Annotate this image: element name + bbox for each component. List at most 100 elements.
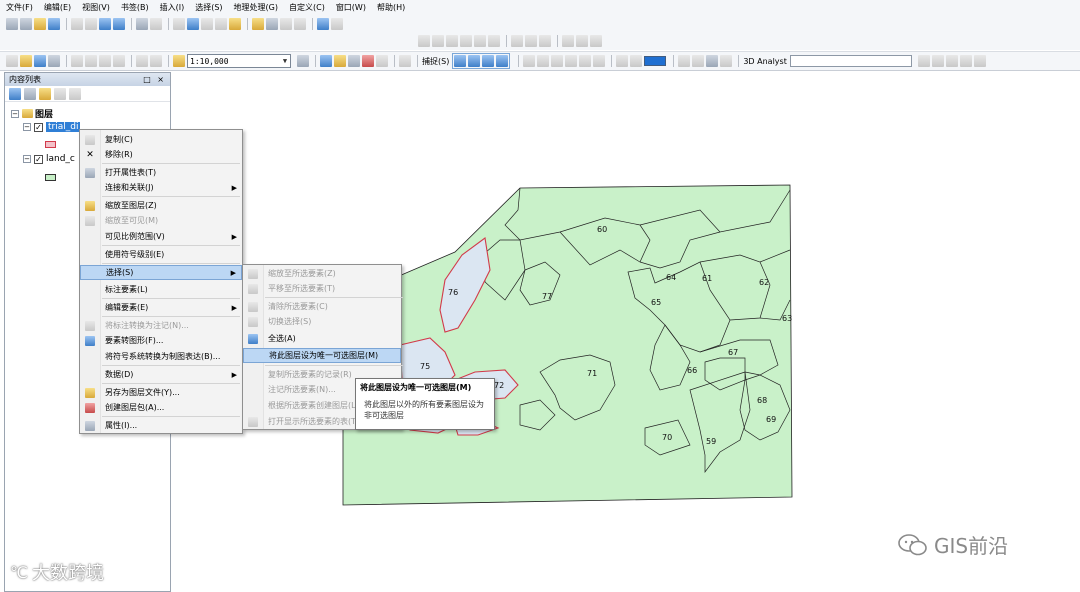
hyperlink-icon[interactable] [201,17,213,30]
georef-tool-5-icon[interactable] [579,55,592,67]
menu-item-data[interactable]: 数据(D) ▶ [80,367,242,382]
time-slider-icon[interactable] [294,17,306,30]
menu-insert[interactable]: 插入(I) [160,2,185,13]
layout-icon[interactable] [590,35,602,47]
select-elements-icon[interactable] [173,17,185,30]
georef-tool-6-icon[interactable] [593,55,606,67]
point-snap-icon[interactable] [454,55,467,67]
redo-icon[interactable] [150,55,162,67]
menu-help[interactable]: 帮助(H) [377,2,405,13]
3d-tool-5-icon[interactable] [973,55,986,67]
edit-vertices-icon[interactable] [432,35,444,47]
back-icon[interactable] [99,17,111,30]
toc-window-icon[interactable] [320,55,332,67]
georef-tool-1-icon[interactable] [523,55,536,67]
menu-item-joins-relates[interactable]: 连接和关联(J) ▶ [80,180,242,195]
map-scale-field[interactable]: 1:10,000 ▼ [187,54,291,68]
submenu-item-clear-selected[interactable]: 清除所选要素(C) [243,299,401,314]
fixed-zoom-in-icon[interactable] [71,17,83,30]
menu-item-symbol-levels[interactable]: 使用符号级别(E) [80,247,242,262]
select-features-icon[interactable] [136,17,148,30]
menu-item-zoom-to-layer[interactable]: 缩放至图层(Z) [80,198,242,213]
layer-name[interactable]: trial_di [46,122,81,132]
add-data-icon[interactable] [173,55,185,67]
python-window-icon[interactable] [376,55,388,67]
pan-icon[interactable] [34,17,46,30]
report-icon[interactable] [720,55,733,67]
layer-item-trial[interactable]: − ✓ trial_di [23,122,81,132]
collapse-icon[interactable]: − [23,155,31,163]
submenu-item-make-only-selectable[interactable]: 将此图层设为唯一可选图层(M) [243,348,401,363]
chevron-down-icon[interactable]: ▼ [280,57,290,65]
list-by-drawing-order-icon[interactable] [9,87,21,100]
measure-icon[interactable] [229,17,241,30]
save-icon[interactable] [34,55,46,67]
menu-item-copy[interactable]: 复制(C) [80,132,242,147]
menu-selection[interactable]: 选择(S) [195,2,222,13]
layers-root[interactable]: − 图层 [11,107,53,120]
menu-item-visible-scale-range[interactable]: 可见比例范围(V) ▶ [80,229,242,244]
vertex-snap-icon[interactable] [482,55,495,67]
menu-edit[interactable]: 编辑(E) [44,2,71,13]
clear-selection-icon[interactable] [150,17,162,30]
search-window-icon[interactable] [348,55,360,67]
list-by-selection-icon[interactable] [54,87,66,100]
3d-tool-3-icon[interactable] [945,55,958,67]
georef-tool-2-icon[interactable] [537,55,550,67]
forward-icon[interactable] [113,17,125,30]
list-by-source-icon[interactable] [24,87,36,100]
collapse-icon[interactable]: − [23,123,31,131]
3d-tool-1-icon[interactable] [917,55,930,67]
menu-item-selection[interactable]: 选择(S) ▶ [80,265,242,280]
submenu-item-pan-to-selected[interactable]: 平移至所选要素(T) [243,281,401,296]
layer-name[interactable]: land_c [46,154,75,164]
editor-toolbar-icon[interactable] [297,55,309,67]
undo-icon[interactable] [136,55,148,67]
editor-tool-icon[interactable] [418,35,430,47]
color-swatch[interactable] [644,56,667,66]
menu-item-label-features[interactable]: 标注要素(L) [80,282,242,297]
menu-item-remove[interactable]: ✕ 移除(R) [80,147,242,162]
find-icon[interactable] [252,17,264,30]
3d-analyst-label[interactable]: 3D Analyst [743,57,787,66]
3d-analyst-layer-field[interactable] [789,55,912,67]
menu-item-open-attribute-table[interactable]: 打开属性表(T) [80,165,242,180]
zoom-in-icon[interactable] [6,17,18,30]
collapse-icon[interactable]: − [11,109,19,118]
menu-geoprocessing[interactable]: 地理处理(G) [234,2,278,13]
find-route-icon[interactable] [266,17,278,30]
model-builder-icon[interactable] [399,55,411,67]
3d-tool-2-icon[interactable] [931,55,944,67]
reshape-icon[interactable] [446,35,458,47]
3d-tool-4-icon[interactable] [959,55,972,67]
new-document-icon[interactable] [6,55,18,67]
menu-item-create-layer-package[interactable]: 创建图层包(A)... [80,400,242,415]
georef-icon[interactable] [576,35,588,47]
export-map-icon[interactable] [706,55,719,67]
edge-snap-icon[interactable] [496,55,509,67]
rotate-icon[interactable] [488,35,500,47]
list-by-visibility-icon[interactable] [39,87,51,100]
page-layout-icon[interactable] [678,55,691,67]
zoom-out-icon[interactable] [20,17,32,30]
georef-tool-4-icon[interactable] [565,55,578,67]
delete-icon[interactable] [113,55,125,67]
menu-item-save-layer-file[interactable]: 另存为图层文件(Y)... [80,385,242,400]
layer-visibility-checkbox[interactable]: ✓ [34,154,43,164]
toc-options-icon[interactable] [69,87,81,100]
snapping-label[interactable]: 捕捉(S) [422,56,449,67]
goto-xy-icon[interactable] [280,17,292,30]
attributes-icon[interactable] [511,35,523,47]
menu-item-features-to-graphics[interactable]: 要素转图形(F)... [80,333,242,348]
menu-bookmarks[interactable]: 书签(B) [121,2,149,13]
menu-file[interactable]: 文件(F) [6,2,33,13]
menu-item-zoom-to-visible[interactable]: 缩放至可见(M) [80,213,242,228]
magnifier-icon[interactable] [331,17,343,30]
split-icon[interactable] [474,35,486,47]
menu-item-edit-features[interactable]: 编辑要素(E) ▶ [80,300,242,315]
data-frame-icon[interactable] [692,55,705,67]
submenu-item-select-all[interactable]: 全选(A) [243,331,401,346]
submenu-item-zoom-to-selected[interactable]: 缩放至所选要素(Z) [243,266,401,281]
menu-item-convert-symbology[interactable]: 将符号系统转换为制图表达(B)... [80,349,242,364]
menu-item-properties[interactable]: 属性(I)... [80,418,242,433]
